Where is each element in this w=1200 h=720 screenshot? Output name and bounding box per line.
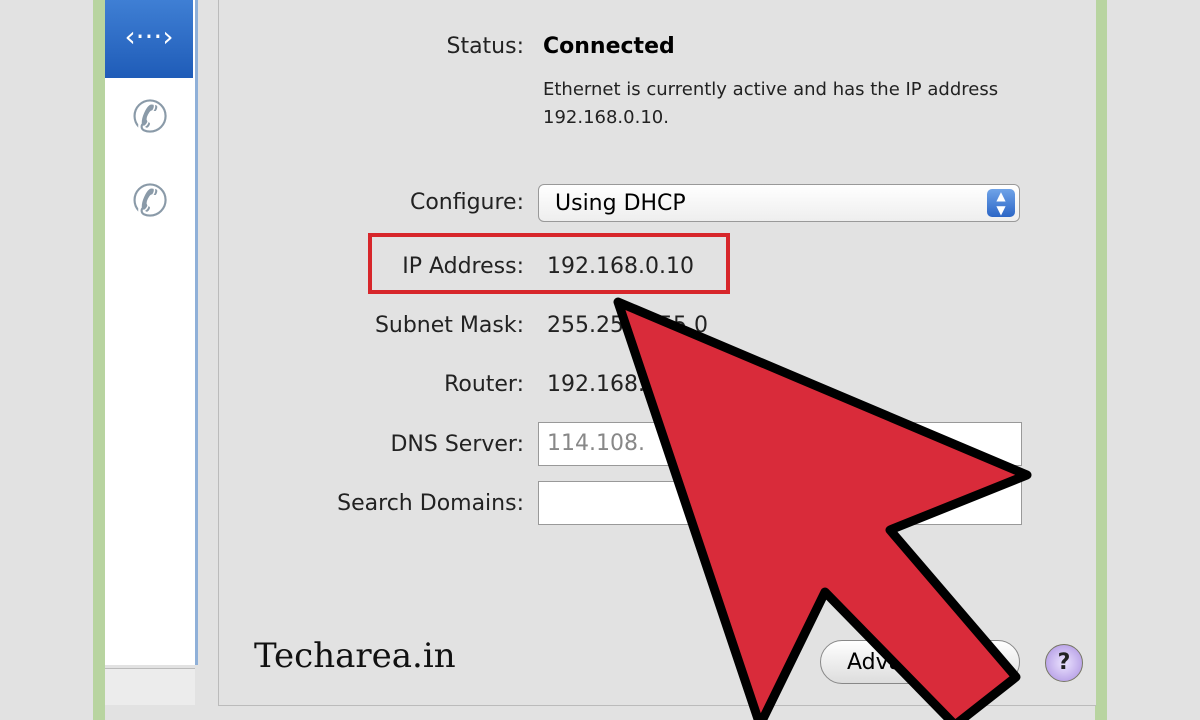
pointer-arrow-overlay bbox=[613, 297, 1032, 720]
red-arrow-icon bbox=[613, 297, 1032, 720]
watermark: Techarea.in bbox=[254, 636, 456, 676]
